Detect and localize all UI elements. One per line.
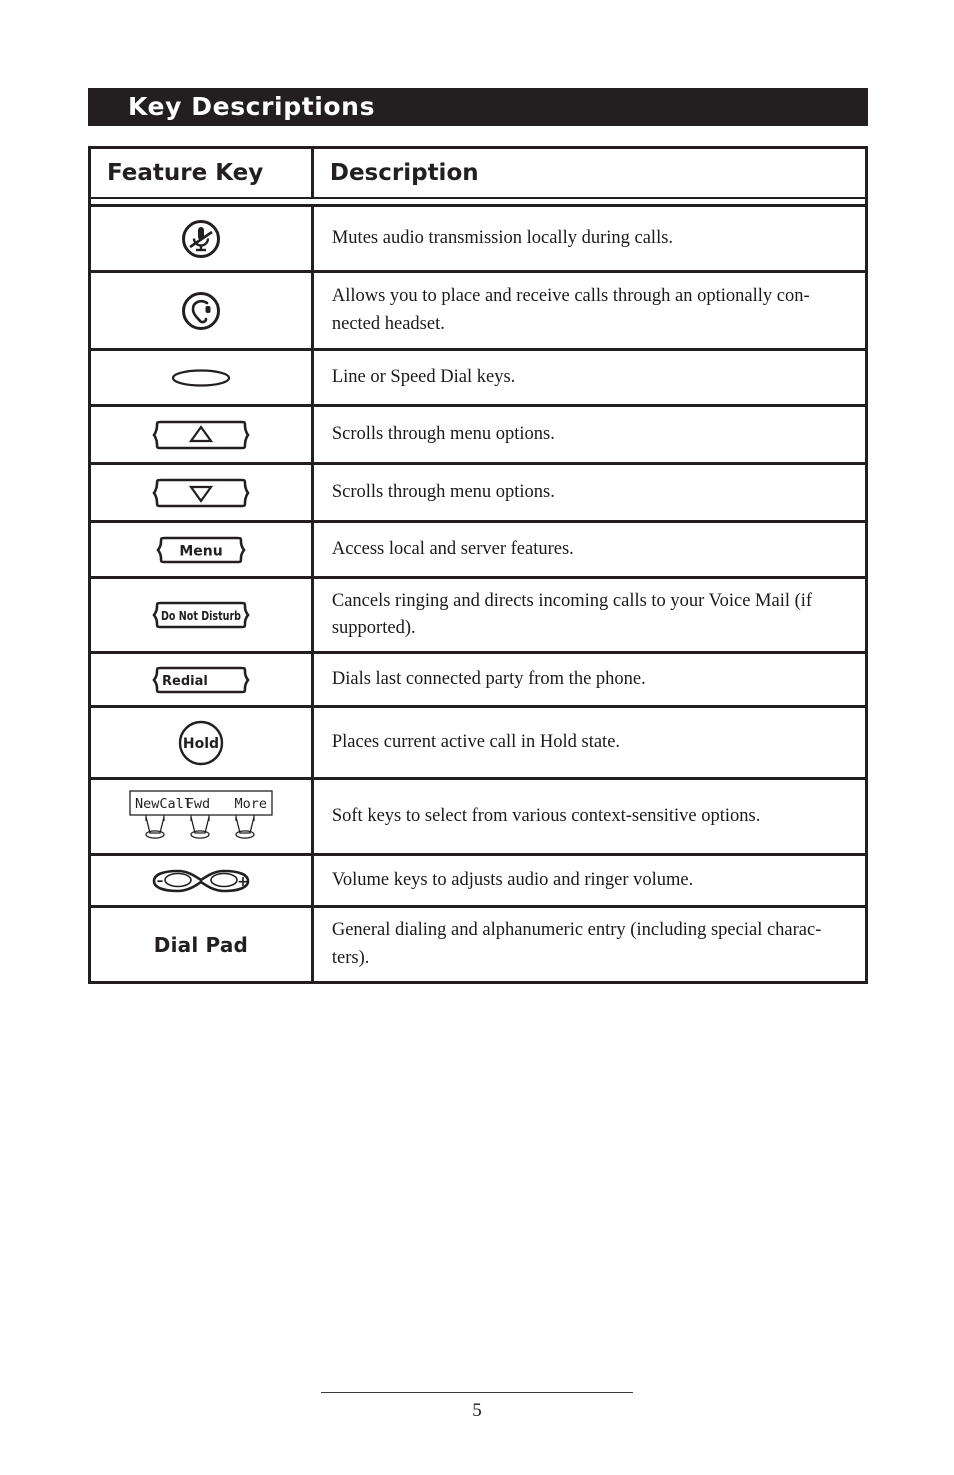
scroll-up-key-icon: [91, 417, 311, 453]
table-header-row: Feature Key Description: [89, 147, 867, 199]
feature-key-cell: NewCall Fwd More: [89, 778, 314, 857]
description-cell: Scrolls through menu options.: [312, 405, 867, 465]
table-row: Scrolls through menu options.: [89, 463, 867, 523]
hold-key-icon: Hold: [91, 719, 311, 767]
page-number: 5: [472, 1400, 482, 1421]
table-row: Dial Pad General dialing and alphanumeri…: [89, 906, 867, 983]
volume-minus-label: –: [157, 874, 164, 889]
description-cell: Mutes audio transmission locally during …: [312, 205, 867, 273]
document-page: Key Descriptions Feature Key Description: [0, 0, 954, 1475]
redial-key-icon: Redial: [91, 663, 311, 697]
table-row: Hold Places current active call in Hold …: [89, 706, 867, 781]
soft-key-label-3: More: [234, 796, 267, 812]
scroll-down-key-icon: [91, 475, 311, 511]
description-cell: Cancels ringing and directs incoming cal…: [312, 577, 867, 655]
column-header-feature-key-label: Feature Key: [107, 160, 264, 186]
description-cell: Soft keys to select from various context…: [312, 778, 867, 857]
feature-key-cell: [89, 271, 314, 351]
soft-key-label-2: Fwd: [186, 796, 210, 812]
table-row: Do Not Disturb Cancels ringing and direc…: [89, 577, 867, 655]
menu-key-label: Menu: [179, 543, 222, 559]
description-cell: Volume keys to adjusts audio and ringer …: [312, 854, 867, 909]
do-not-disturb-key-label: Do Not Disturb: [161, 608, 241, 623]
volume-key-icon: – +: [91, 865, 311, 897]
feature-key-cell: Menu: [89, 521, 314, 579]
menu-key-icon: Menu: [91, 533, 311, 567]
column-header-description: Description: [312, 147, 867, 199]
key-descriptions-table: Feature Key Description Mutes audio tran…: [88, 146, 868, 984]
column-header-description-label: Description: [329, 160, 479, 186]
table-row: Line or Speed Dial keys.: [89, 349, 867, 407]
description-cell: Places current active call in Hold state…: [312, 706, 867, 781]
page-footer: 5: [0, 1392, 954, 1422]
table-header-rule-right: [312, 198, 867, 207]
table-header-rule-left: [89, 198, 313, 207]
description-cell: Access local and server features.: [312, 521, 867, 579]
table-row: Mutes audio transmission locally during …: [89, 205, 867, 273]
description-cell: Dials last connected party from the phon…: [312, 652, 867, 709]
feature-key-cell: [89, 463, 314, 523]
feature-key-cell: [89, 205, 314, 273]
feature-key-cell: Redial: [89, 652, 314, 709]
table-header-rule: [89, 198, 867, 207]
feature-key-cell: – +: [89, 854, 314, 909]
hold-key-label: Hold: [183, 736, 219, 752]
dial-pad-label-text: Dial Pad: [153, 932, 249, 957]
mute-key-icon: [91, 217, 311, 261]
description-cell: Line or Speed Dial keys.: [312, 349, 867, 407]
chapter-header-bar: Key Descriptions: [88, 88, 868, 126]
feature-key-cell: [89, 349, 314, 407]
soft-key-label-1: NewCall: [135, 796, 192, 812]
table-row: Menu Access local and server features.: [89, 521, 867, 579]
footer-divider: [321, 1392, 633, 1393]
feature-key-cell: Do Not Disturb: [89, 577, 314, 655]
table-row: NewCall Fwd More Soft keys to select fro…: [89, 778, 867, 857]
redial-key-label: Redial: [162, 674, 208, 689]
feature-key-cell: Hold: [89, 706, 314, 781]
do-not-disturb-key-icon: Do Not Disturb: [91, 598, 311, 632]
column-header-feature-key: Feature Key: [89, 147, 314, 199]
table-row: Redial Dials last connected party from t…: [89, 652, 867, 709]
description-cell: General dialing and alphanumeric entry (…: [331, 920, 822, 968]
line-key-icon: [91, 366, 311, 390]
soft-keys-icon: NewCall Fwd More: [91, 789, 311, 845]
description-cell: Allows you to place and receive calls th…: [312, 271, 867, 351]
headset-key-icon: [91, 289, 311, 333]
feature-key-cell: [89, 405, 314, 465]
page-title: Key Descriptions: [128, 91, 376, 121]
dial-pad-label: Dial Pad: [91, 933, 311, 957]
table-row: Allows you to place and receive calls th…: [89, 271, 867, 351]
volume-plus-label: +: [237, 874, 249, 890]
table-row: Scrolls through menu options.: [89, 405, 867, 465]
table-row: – + Volume keys to adjusts audio and rin…: [89, 854, 867, 909]
feature-key-cell: Dial Pad: [89, 906, 314, 983]
description-cell: Scrolls through menu options.: [312, 463, 867, 523]
